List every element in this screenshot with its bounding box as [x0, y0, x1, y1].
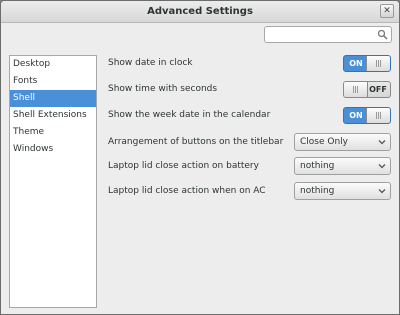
sidebar-item-windows[interactable]: Windows	[10, 141, 96, 158]
setting-label: Show the week date in the calendar	[108, 110, 271, 120]
search-icon[interactable]	[377, 29, 388, 40]
lid-ac-dropdown[interactable]: nothing	[294, 182, 391, 200]
show-seconds-toggle[interactable]: OFF	[343, 81, 391, 98]
dropdown-value: nothing	[300, 161, 335, 171]
setting-label: Show date in clock	[108, 58, 193, 68]
sidebar-item-shell-extensions[interactable]: Shell Extensions	[10, 107, 96, 124]
sidebar-item-fonts[interactable]: Fonts	[10, 73, 96, 90]
window-title: Advanced Settings	[147, 6, 253, 17]
close-icon: ✕	[383, 6, 391, 16]
setting-label: Show time with seconds	[108, 84, 218, 94]
setting-row-lid-battery: Laptop lid close action on battery nothi…	[108, 156, 391, 176]
search-box[interactable]	[264, 26, 392, 43]
setting-row-show-date: Show date in clock ON	[108, 53, 391, 73]
setting-row-show-seconds: Show time with seconds OFF	[108, 79, 391, 99]
dropdown-value: Close Only	[300, 137, 348, 147]
sidebar-item-shell[interactable]: Shell	[10, 90, 96, 107]
setting-row-show-week-date: Show the week date in the calendar ON	[108, 105, 391, 125]
titlebar: Advanced Settings ✕	[1, 1, 399, 23]
chevron-down-icon	[378, 189, 386, 194]
button-arrangement-dropdown[interactable]: Close Only	[294, 133, 391, 151]
toggle-state: ON	[349, 59, 363, 68]
toggle-knob[interactable]	[366, 56, 390, 71]
chevron-down-icon	[378, 164, 386, 169]
show-week-date-toggle[interactable]: ON	[343, 107, 391, 124]
lid-battery-dropdown[interactable]: nothing	[294, 157, 391, 175]
chevron-down-icon	[378, 140, 386, 145]
toggle-knob[interactable]	[344, 82, 368, 97]
dropdown-value: nothing	[300, 186, 335, 196]
setting-label: Laptop lid close action on battery	[108, 161, 259, 171]
toggle-state: OFF	[369, 85, 387, 94]
close-button[interactable]: ✕	[380, 4, 394, 18]
setting-label: Arrangement of buttons on the titlebar	[108, 137, 284, 147]
sidebar-item-desktop[interactable]: Desktop	[10, 56, 96, 73]
toggle-state: ON	[349, 111, 363, 120]
setting-row-lid-ac: Laptop lid close action when on AC nothi…	[108, 181, 391, 201]
advanced-settings-window: Advanced Settings ✕ Desktop Fonts Shell …	[0, 0, 400, 315]
setting-row-button-arrangement: Arrangement of buttons on the titlebar C…	[108, 132, 391, 152]
show-date-toggle[interactable]: ON	[343, 55, 391, 72]
search-input[interactable]	[267, 28, 375, 41]
setting-label: Laptop lid close action when on AC	[108, 186, 266, 196]
sidebar: Desktop Fonts Shell Shell Extensions The…	[9, 55, 97, 308]
toggle-knob[interactable]	[366, 108, 390, 123]
sidebar-item-theme[interactable]: Theme	[10, 124, 96, 141]
